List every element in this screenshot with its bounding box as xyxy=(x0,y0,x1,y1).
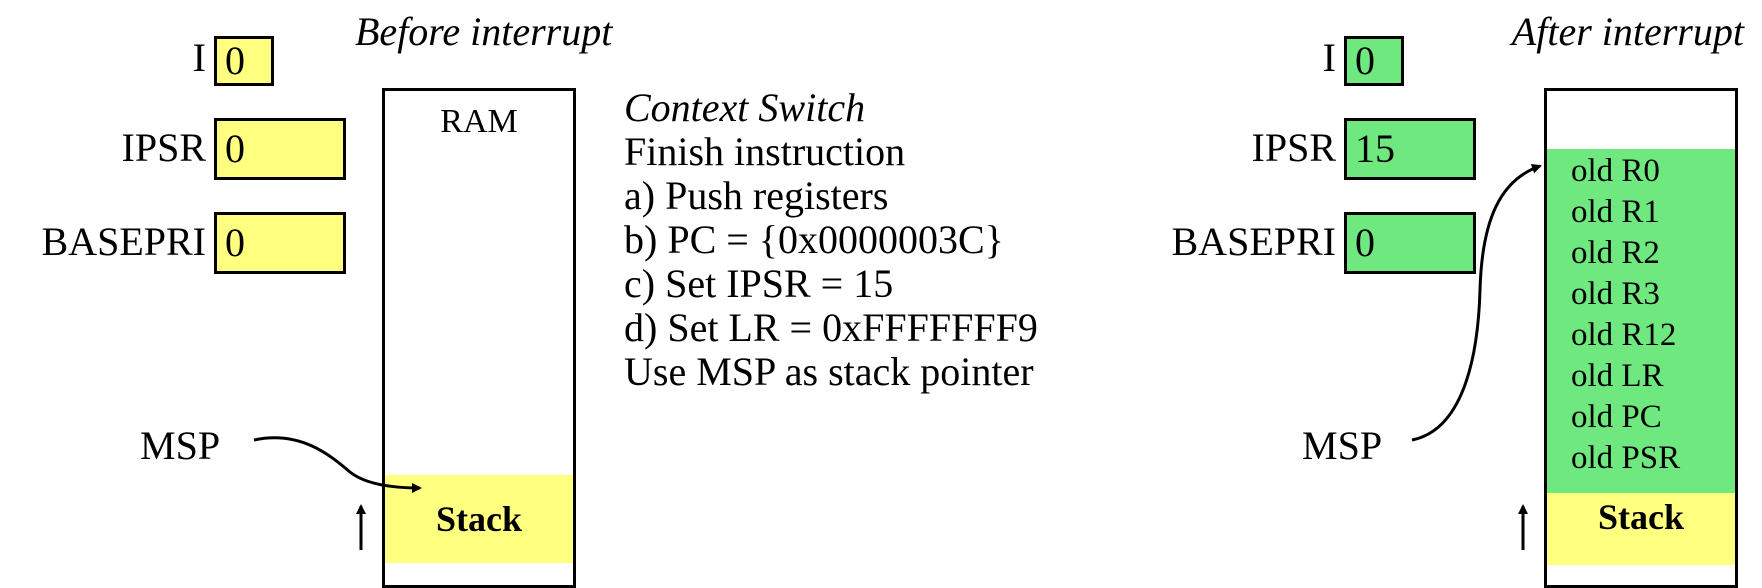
after-msp-arrow xyxy=(1411,163,1542,442)
before-msp-arrow xyxy=(253,436,422,493)
arrows-layer xyxy=(253,163,1542,550)
